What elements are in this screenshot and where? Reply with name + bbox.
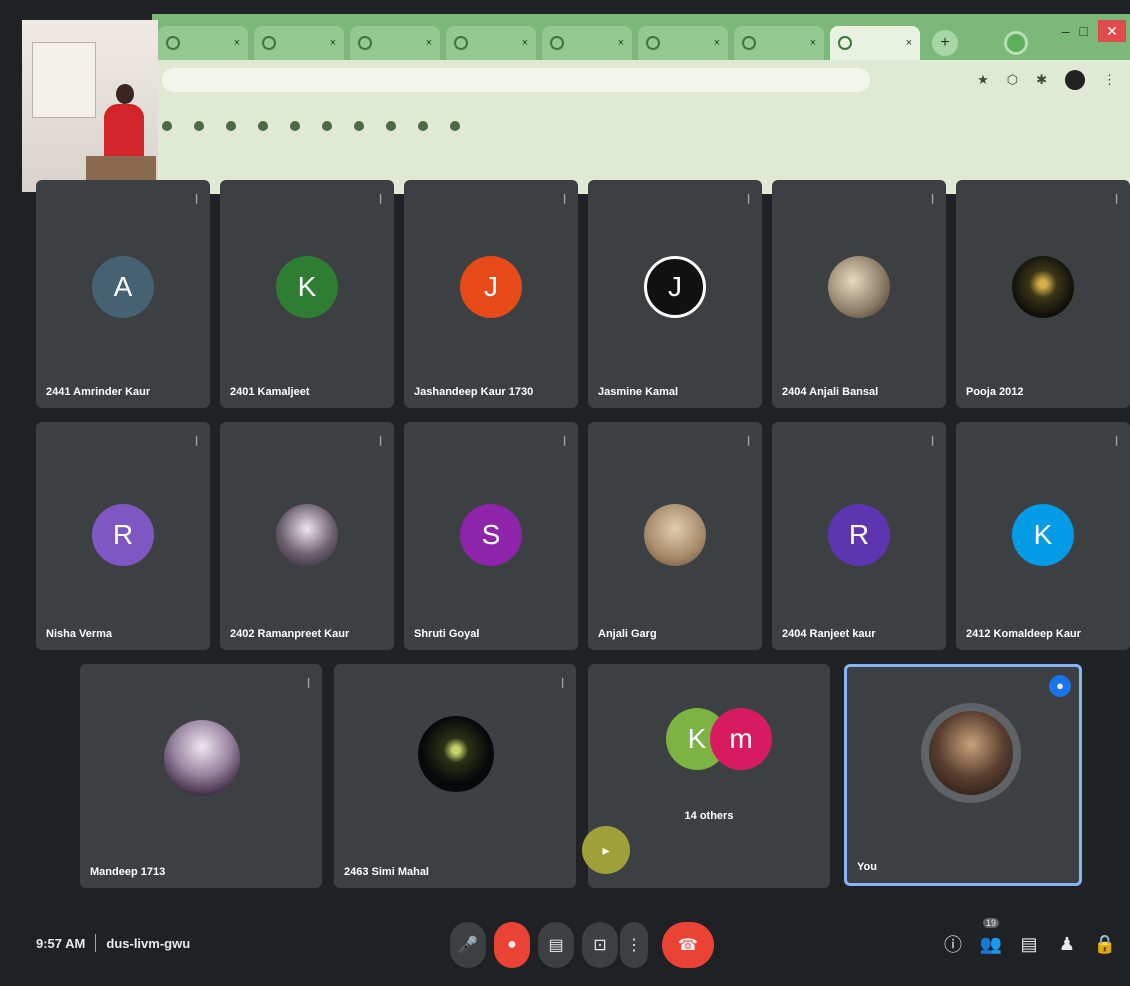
participant-tile[interactable]: ⦚ 2404 Anjali Bansal [772, 180, 946, 408]
participant-name: 2412 Komaldeep Kaur [966, 628, 1081, 640]
mic-muted-icon: ⦚ [747, 434, 750, 449]
participant-avatar: J [460, 256, 522, 318]
activities-button[interactable]: ♟ [1054, 926, 1080, 962]
participant-tile[interactable]: ⦚ K 2401 Kamaljeet [220, 180, 394, 408]
mic-muted-icon: ⦚ [195, 192, 198, 207]
people-count-badge: 19 [982, 918, 1000, 928]
participant-avatar: K [276, 256, 338, 318]
chat-icon: ▤ [1020, 933, 1038, 954]
mic-muted-icon: ⦚ [931, 434, 934, 449]
end-call-button[interactable]: ☎ [662, 922, 714, 968]
more-options-button[interactable]: ⋮ [620, 922, 648, 968]
meeting-toolbar: 9:57 AM dus-livm-gwu 🎤 ● ▤ ⊡ ⋮ ☎ ⓘ 19 👥 ▤… [0, 906, 1130, 986]
participant-name: 2401 Kamaljeet [230, 386, 310, 398]
mic-muted-icon: ⦚ [195, 434, 198, 449]
participant-tile[interactable]: ⦚ Mandeep 1713 [80, 664, 322, 888]
mic-muted-icon: ⦚ [307, 676, 310, 691]
participant-name: Anjali Garg [598, 628, 657, 640]
meeting-info: 9:57 AM dus-livm-gwu [36, 934, 190, 952]
participant-name: 2404 Anjali Bansal [782, 386, 879, 398]
participant-tile[interactable]: ⦚ J Jashandeep Kaur 1730 [404, 180, 578, 408]
others-count-label: 14 others [684, 810, 734, 822]
participant-photo [1012, 256, 1074, 318]
participant-name: 2402 Ramanpreet Kaur [230, 628, 350, 640]
captions-button[interactable]: ▤ [538, 922, 574, 968]
chat-button[interactable]: ▤ [1016, 926, 1042, 962]
camera-off-icon: ● [507, 936, 517, 953]
mouse-cursor-highlight: ▸ [582, 826, 630, 874]
participant-name: Mandeep 1713 [90, 866, 166, 878]
host-controls-button[interactable]: 🔒 [1092, 926, 1118, 962]
mic-muted-icon: ⦚ [1115, 192, 1118, 207]
self-photo [921, 703, 1021, 803]
participant-tile[interactable]: ⦚ R 2404 Ranjeet kaur [772, 422, 946, 650]
present-icon: ⊡ [593, 937, 607, 954]
mic-muted-icon: ⦚ [747, 192, 750, 207]
participant-tile[interactable]: ⦚ Pooja 2012 [956, 180, 1130, 408]
more-vert-icon: ⋮ [626, 937, 642, 954]
participant-tile[interactable]: ⦚ J Jasmine Kamal [588, 180, 762, 408]
microphone-button[interactable]: 🎤 [450, 922, 486, 968]
people-icon: 👥 [979, 933, 1003, 954]
participant-photo [276, 504, 338, 566]
present-button[interactable]: ⊡ [582, 922, 618, 968]
participant-name: 2463 Simi Mahal [344, 866, 429, 878]
mic-muted-icon: ⦚ [931, 192, 934, 207]
captions-icon: ▤ [548, 937, 564, 954]
participant-tile[interactable]: ⦚ R Nisha Verma [36, 422, 210, 650]
participant-name: Nisha Verma [46, 628, 113, 640]
participant-avatar: R [92, 504, 154, 566]
mic-muted-icon: ⦚ [561, 676, 564, 691]
participant-avatar: A [92, 256, 154, 318]
divider [95, 934, 97, 952]
self-name: You [857, 861, 877, 873]
participant-tile[interactable]: ⦚ Anjali Garg [588, 422, 762, 650]
participant-avatar: J [644, 256, 706, 318]
participant-photo [418, 716, 494, 792]
lock-icon: 🔒 [1093, 933, 1117, 954]
participant-tile[interactable]: ⦚ K 2412 Komaldeep Kaur [956, 422, 1130, 650]
participant-name: 2441 Amrinder Kaur [46, 386, 151, 398]
speaking-indicator-icon: ● [1049, 675, 1071, 697]
participant-name: Jasmine Kamal [598, 386, 679, 398]
people-button[interactable]: 19 👥 [978, 918, 1004, 962]
participant-tile[interactable]: ⦚ 2402 Ramanpreet Kaur [220, 422, 394, 650]
participant-tile[interactable]: ⦚ S Shruti Goyal [404, 422, 578, 650]
participant-name: Shruti Goyal [414, 628, 480, 640]
meeting-time: 9:57 AM [36, 935, 86, 951]
participant-tile[interactable]: ⦚ 2463 Simi Mahal [334, 664, 576, 888]
microphone-icon: 🎤 [458, 937, 478, 954]
participant-photo [828, 256, 890, 318]
self-tile[interactable]: ● You [844, 664, 1082, 886]
participant-avatar: K [1012, 504, 1074, 566]
info-icon: ⓘ [944, 935, 962, 955]
camera-off-button[interactable]: ● [494, 922, 530, 968]
participant-name: Pooja 2012 [966, 386, 1024, 398]
activities-icon: ♟ [1058, 933, 1076, 954]
participant-avatar: R [828, 504, 890, 566]
participant-photo [644, 504, 706, 566]
mic-muted-icon: ⦚ [563, 434, 566, 449]
participant-name: 2404 Ranjeet kaur [782, 628, 876, 640]
participant-photo [164, 720, 240, 796]
mic-muted-icon: ⦚ [379, 192, 382, 207]
others-avatar: m [710, 708, 772, 770]
participant-name: Jashandeep Kaur 1730 [414, 386, 534, 398]
meeting-details-button[interactable]: ⓘ [940, 926, 966, 962]
mic-muted-icon: ⦚ [1115, 434, 1118, 449]
meeting-code: dus-livm-gwu [106, 935, 191, 951]
participant-grid: ⦚ A 2441 Amrinder Kaur ⦚ K 2401 Kamaljee… [0, 0, 1130, 986]
participant-tile[interactable]: ⦚ A 2441 Amrinder Kaur [36, 180, 210, 408]
end-call-icon: ☎ [678, 937, 698, 954]
participant-avatar: S [460, 504, 522, 566]
mic-muted-icon: ⦚ [379, 434, 382, 449]
mic-muted-icon: ⦚ [563, 192, 566, 207]
